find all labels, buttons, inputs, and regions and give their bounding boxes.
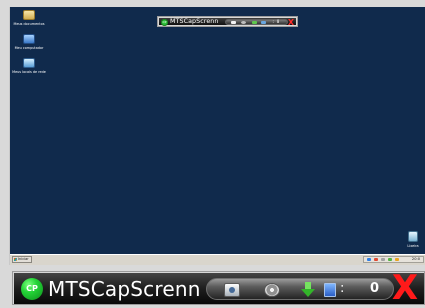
recycle-bin-icon — [408, 231, 418, 242]
tool-group: : 0 — [206, 278, 394, 300]
mini-app-title: MTSCapScrenn — [170, 18, 219, 25]
info-icon[interactable] — [367, 258, 371, 261]
main-toolbar-surface: CP MTSCapScrenn : 0 X — [14, 271, 424, 305]
my-computer-label: Meu computador — [14, 46, 44, 50]
recycle-bin-label: Lixeira — [407, 244, 419, 248]
network-places-shortcut[interactable]: Meus locais de rede — [12, 58, 46, 74]
capture-counter: 0 — [369, 281, 379, 296]
mini-tool-group: : 0 — [225, 19, 288, 25]
my-computer-shortcut[interactable]: Meu computador — [12, 34, 46, 50]
app-title: MTSCapScrenn — [48, 277, 201, 301]
mini-close-icon[interactable]: X — [287, 19, 295, 27]
network-icon — [23, 58, 35, 68]
taskbar: Iniciar 20:0 — [10, 254, 425, 265]
updates-icon[interactable] — [395, 258, 399, 261]
cp-logo-icon: CP — [21, 278, 43, 300]
camera-icon[interactable] — [224, 283, 240, 297]
start-button[interactable]: Iniciar — [12, 256, 32, 263]
monitor-icon[interactable] — [324, 283, 336, 297]
counter-separator: : — [340, 281, 345, 296]
film-reel-icon[interactable] — [241, 21, 246, 24]
camera-icon[interactable] — [231, 21, 236, 24]
start-button-label: Iniciar — [18, 257, 29, 261]
monitor-icon[interactable] — [261, 21, 266, 24]
download-icon[interactable] — [252, 21, 257, 24]
network-icon[interactable] — [381, 258, 385, 261]
mini-counter-separator: : — [272, 19, 275, 24]
download-icon[interactable] — [301, 282, 315, 298]
desktop-area: Meus documentos Meu computador Meus loca… — [10, 7, 425, 254]
cp-logo-icon: CP — [161, 19, 168, 26]
main-capture-toolbar[interactable]: CP MTSCapScrenn : 0 X — [12, 271, 425, 305]
documents-icon — [23, 10, 35, 20]
mini-counter: : 0 — [272, 19, 279, 24]
mini-toolbar-surface: CP MTSCapScrenn : 0 X — [159, 18, 296, 27]
volume-icon[interactable] — [388, 258, 392, 261]
computer-icon — [23, 34, 35, 44]
recycle-bin-shortcut[interactable]: Lixeira — [402, 231, 424, 248]
windows-logo-icon — [14, 258, 17, 261]
mini-capture-toolbar[interactable]: CP MTSCapScrenn : 0 X — [157, 16, 298, 27]
my-documents-shortcut[interactable]: Meus documentos — [12, 10, 46, 26]
my-documents-label: Meus documentos — [13, 22, 45, 26]
network-places-label: Meus locais de rede — [12, 70, 46, 74]
mini-counter-value: 0 — [276, 19, 280, 24]
close-icon[interactable]: X — [390, 271, 420, 305]
tray-clock: 20:0 — [411, 257, 420, 261]
system-tray: 20:0 — [363, 256, 424, 263]
security-icon[interactable] — [374, 258, 378, 261]
film-reel-icon[interactable] — [264, 283, 280, 297]
